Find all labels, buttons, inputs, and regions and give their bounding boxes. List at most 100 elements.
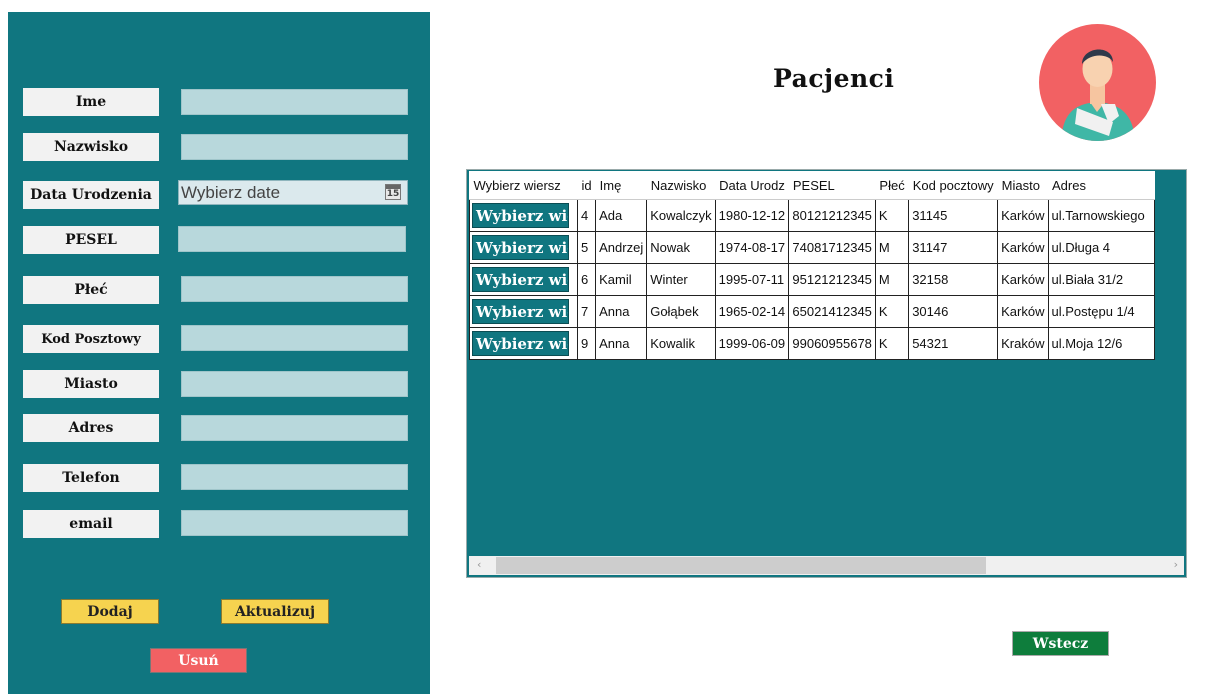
cell-adres: ul.Postępu 1/4 [1047,295,1155,328]
table-row: Wybierz wiersz 7 Anna Gołąbek 1965-02-14… [469,295,1155,328]
cell-miasto: Karków [997,295,1049,328]
back-button[interactable]: Wstecz [1012,631,1109,656]
select-row-button[interactable]: Wybierz wiersz [472,203,569,228]
scroll-right-icon[interactable]: › [1174,558,1178,571]
cell-plec: K [874,295,910,328]
miasto-input[interactable] [181,371,408,397]
cell-plec: K [874,327,910,360]
table-header-row: Wybierz wiersz id Imę Nazwisko Data Urod… [469,171,1154,200]
email-input[interactable] [181,510,408,536]
cell-imie: Anna [595,327,648,360]
cell-imie: Andrzej [595,231,648,264]
label-miasto: Miasto [23,370,159,398]
table-row: Wybierz wiersz 6 Kamil Winter 1995-07-11… [469,263,1155,296]
cell-nazwisko: Gołąbek [646,295,716,328]
cell-id: 9 [576,327,597,360]
cell-plec: M [874,231,910,264]
cell-pesel: 95121212345 [788,263,876,296]
cell-pesel: 99060955678 [788,327,876,360]
scrollbar-thumb[interactable] [496,557,986,574]
cell-data: 1965-02-14 [714,295,790,328]
cell-id: 7 [576,295,597,328]
cell-kod: 54321 [908,327,999,360]
birthdate-picker[interactable]: Wybierz date 15 [178,180,408,205]
label-adres: Adres [23,414,159,442]
cell-miasto: Karków [997,199,1049,232]
select-row-button[interactable]: Wybierz wiersz [472,267,569,292]
table-row: Wybierz wiersz 5 Andrzej Nowak 1974-08-1… [469,231,1155,264]
label-plec: Płeć [23,276,159,304]
pesel-input[interactable] [178,226,406,252]
cell-data: 1999-06-09 [714,327,790,360]
nazwisko-input[interactable] [181,134,408,160]
birthdate-placeholder: Wybierz date [181,183,281,202]
patients-table: Wybierz wiersz id Imę Nazwisko Data Urod… [469,171,1155,360]
scroll-left-icon[interactable]: ‹ [477,558,481,571]
cell-kod: 32158 [908,263,999,296]
form-panel: Ime Nazwisko Data Urodzenia Wybierz date… [8,12,430,694]
cell-pesel: 65021412345 [788,295,876,328]
ime-input[interactable] [181,89,408,115]
adres-input[interactable] [181,415,408,441]
cell-kod: 30146 [908,295,999,328]
label-ime: Ime [23,88,159,116]
cell-miasto: Kraków [997,327,1049,360]
cell-data: 1980-12-12 [714,199,790,232]
col-pesel[interactable]: PESEL [788,171,876,200]
delete-button[interactable]: Usuń [150,648,247,673]
cell-imie: Kamil [595,263,648,296]
horizontal-scrollbar[interactable]: ‹ › [469,556,1184,575]
cell-plec: K [874,199,910,232]
cell-pesel: 74081712345 [788,231,876,264]
cell-adres: ul.Tarnowskiego [1047,199,1155,232]
col-select[interactable]: Wybierz wiersz [469,171,578,200]
table-row: Wybierz wiersz 4 Ada Kowalczyk 1980-12-1… [469,199,1155,232]
cell-id: 6 [576,263,597,296]
col-adres[interactable]: Adres [1048,171,1154,200]
cell-pesel: 80121212345 [788,199,876,232]
label-email: email [23,510,159,538]
cell-imie: Ada [595,199,648,232]
page-title: Pacjenci [773,64,895,93]
calendar-icon[interactable]: 15 [385,184,401,200]
label-data-urodzenia: Data Urodzenia [23,181,159,209]
select-row-button[interactable]: Wybierz wiersz [472,299,569,324]
cell-data: 1995-07-11 [714,263,790,296]
cell-nazwisko: Winter [646,263,716,296]
select-row-button[interactable]: Wybierz wiersz [472,235,569,260]
table-row: Wybierz wiersz 9 Anna Kowalik 1999-06-09… [469,327,1155,360]
col-plec[interactable]: Płeć [875,171,909,200]
cell-plec: M [874,263,910,296]
cell-id: 4 [576,199,597,232]
label-telefon: Telefon [23,464,159,492]
kod-posztowy-input[interactable] [181,325,408,351]
cell-nazwisko: Kowalczyk [646,199,716,232]
cell-imie: Anna [595,295,648,328]
plec-input[interactable] [181,276,408,302]
cell-id: 5 [576,231,597,264]
cell-kod: 31145 [908,199,999,232]
cell-miasto: Karków [997,231,1049,264]
col-data[interactable]: Data Urodz [715,171,789,200]
telefon-input[interactable] [181,464,408,490]
label-kod-posztowy: Kod Posztowy [23,325,159,353]
cell-adres: ul.Moja 12/6 [1047,327,1155,360]
patient-avatar-icon [1039,24,1156,141]
cell-adres: ul.Biała 31/2 [1047,263,1155,296]
cell-adres: ul.Długa 4 [1047,231,1155,264]
select-row-button[interactable]: Wybierz wiersz [472,331,569,356]
col-nazwisko[interactable]: Nazwisko [646,171,716,200]
col-miasto[interactable]: Miasto [997,171,1048,200]
add-button[interactable]: Dodaj [61,599,159,624]
update-button[interactable]: Aktualizuj [221,599,329,624]
label-nazwisko: Nazwisko [23,133,159,161]
col-kod[interactable]: Kod pocztowy [908,171,998,200]
patients-grid[interactable]: Wybierz wiersz id Imę Nazwisko Data Urod… [466,169,1187,578]
cell-data: 1974-08-17 [714,231,790,264]
cell-miasto: Karków [997,263,1049,296]
col-imie[interactable]: Imę [595,171,647,200]
cell-nazwisko: Nowak [646,231,716,264]
label-pesel: PESEL [23,226,159,254]
col-id[interactable]: id [577,171,596,200]
cell-nazwisko: Kowalik [646,327,716,360]
